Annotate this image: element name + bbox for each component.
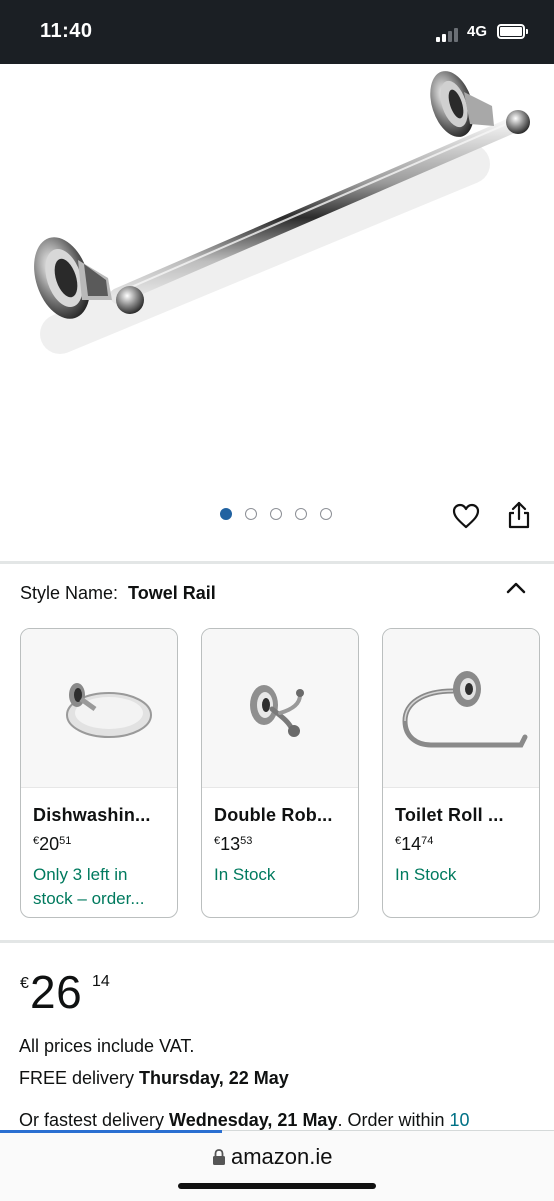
price-currency: € xyxy=(20,975,29,992)
variant-stock: In Stock xyxy=(395,865,457,884)
home-indicator xyxy=(178,1183,376,1189)
carousel-dot[interactable] xyxy=(295,508,307,520)
carousel-dot[interactable] xyxy=(320,508,332,520)
variant-card-dishwashing[interactable]: Dishwashin... €2051 Only 3 left in stock… xyxy=(20,628,178,918)
status-time: 11:40 xyxy=(40,20,93,42)
product-image-carousel[interactable] xyxy=(0,64,554,494)
battery-icon xyxy=(497,24,528,39)
variant-card-toilet-roll[interactable]: Toilet Roll ... €1474 In Stock xyxy=(382,628,540,918)
share-icon[interactable] xyxy=(506,501,532,529)
url-text[interactable]: amazon.ie xyxy=(231,1144,333,1170)
status-bar: 11:40 4G xyxy=(0,0,554,64)
section-divider xyxy=(0,940,554,943)
variant-price: €2051 xyxy=(33,834,72,854)
carousel-dot[interactable] xyxy=(220,508,232,520)
chevron-up-icon[interactable] xyxy=(505,580,527,596)
carousel-dot[interactable] xyxy=(245,508,257,520)
style-name-row: Style Name: Towel Rail xyxy=(20,583,216,604)
variant-price: €1474 xyxy=(395,834,434,854)
section-divider xyxy=(0,561,554,564)
page-load-progress xyxy=(0,1130,222,1133)
variant-title: Dishwashin... xyxy=(33,805,151,825)
lock-icon xyxy=(212,1148,226,1166)
variant-image xyxy=(383,629,539,788)
variant-price: €1353 xyxy=(214,834,253,854)
network-type: 4G xyxy=(467,23,488,40)
price-fraction: 14 xyxy=(92,973,110,990)
signal-icon xyxy=(436,26,462,42)
style-value: Towel Rail xyxy=(128,583,216,603)
carousel-dot[interactable] xyxy=(270,508,282,520)
variant-stock: Only 3 left in stock – order... xyxy=(33,865,145,908)
towel-rail-image xyxy=(34,71,530,354)
countdown-link[interactable]: 10 xyxy=(450,1110,470,1130)
variant-card-double-robe[interactable]: Double Rob... €1353 In Stock xyxy=(201,628,359,918)
free-delivery-line: FREE delivery Thursday, 22 May xyxy=(19,1068,289,1088)
variant-image xyxy=(21,629,177,788)
variant-title: Toilet Roll ... xyxy=(395,805,504,825)
style-label: Style Name: xyxy=(20,583,119,603)
variant-image xyxy=(202,629,358,788)
variant-stock: In Stock xyxy=(214,865,276,884)
variant-title: Double Rob... xyxy=(214,805,333,825)
heart-icon[interactable] xyxy=(452,503,480,529)
fastest-delivery-line: Or fastest delivery Wednesday, 21 May. O… xyxy=(19,1110,470,1130)
price-whole: 26 xyxy=(30,966,83,1018)
vat-note: All prices include VAT. xyxy=(19,1036,195,1056)
